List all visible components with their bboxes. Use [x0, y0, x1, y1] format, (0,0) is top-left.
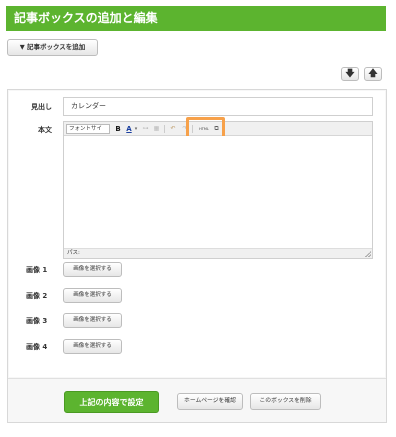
page-title: 記事ボックスの追加と編集 [6, 6, 386, 31]
arrow-down-icon: 🡇 [345, 69, 355, 79]
undo-icon[interactable]: ↶ [169, 124, 177, 134]
image-icon[interactable]: ▦ [152, 124, 161, 134]
link-icon[interactable]: ⊶ [141, 124, 150, 134]
text-color-icon[interactable]: A [125, 124, 133, 134]
rich-text-editor: フォントサイ B A ▾ ⊶ ▦ ↶ ↷ HTML ⧉ パス: [63, 117, 373, 259]
select-image-3-button[interactable]: 画像を選択する [63, 313, 122, 328]
view-homepage-button[interactable]: ホームページを確認 [177, 393, 243, 410]
select-image-1-button[interactable]: 画像を選択する [63, 262, 122, 277]
heading-label: 見出し [31, 103, 52, 111]
select-image-4-button[interactable]: 画像を選択する [63, 339, 122, 354]
status-path-label: パス: [67, 250, 80, 256]
add-article-box-button[interactable]: ▼ 記事ボックスを追加 [7, 39, 98, 56]
editor-content-area[interactable] [64, 136, 372, 248]
bold-icon[interactable]: B [114, 124, 122, 134]
image-1-label: 画像 1 [26, 266, 48, 274]
heading-input[interactable]: カレンダー [63, 97, 373, 116]
image-2-label: 画像 2 [26, 292, 48, 300]
move-up-button[interactable]: 🡅 [364, 67, 382, 81]
font-size-select[interactable]: フォントサイ [66, 124, 110, 134]
editor-status-bar: パス: [64, 248, 372, 258]
toolbar-divider [164, 125, 165, 133]
image-3-label: 画像 3 [26, 317, 48, 325]
resize-handle-icon[interactable] [365, 251, 371, 257]
select-image-2-button[interactable]: 画像を選択する [63, 288, 122, 303]
move-down-button[interactable]: 🡇 [341, 67, 359, 81]
image-4-label: 画像 4 [26, 343, 48, 351]
submit-button[interactable]: 上記の内容で設定 [64, 391, 159, 413]
chevron-down-icon[interactable]: ▾ [134, 124, 138, 134]
body-label: 本文 [38, 126, 52, 134]
delete-box-button[interactable]: このボックスを削除 [250, 393, 321, 410]
editor-toolbar: フォントサイ B A ▾ ⊶ ▦ ↶ ↷ HTML ⧉ [64, 117, 372, 141]
arrow-up-icon: 🡅 [368, 69, 378, 79]
footer-divider [8, 378, 386, 379]
